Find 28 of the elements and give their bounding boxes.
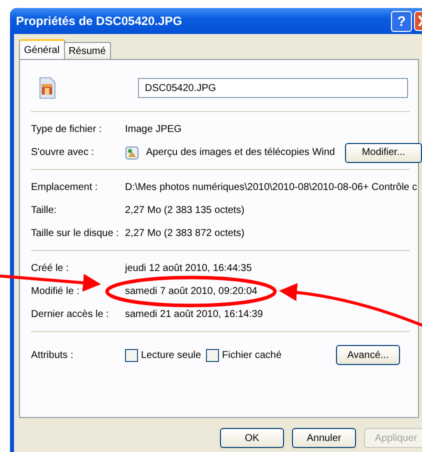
field-label: Type de fichier :: [31, 124, 102, 135]
tab[interactable]: Général: [19, 39, 65, 59]
help-button[interactable]: ?: [391, 10, 412, 32]
field-label: Taille sur le disque :: [31, 228, 119, 239]
field-value: 2,27 Mo (2 383 872 octets): [125, 228, 245, 239]
file-name-field[interactable]: DSC05420.JPG: [138, 78, 408, 98]
tab[interactable]: Résumé: [64, 42, 111, 59]
field-value: Aperçu des images et des télécopies Wind: [146, 147, 335, 158]
field-label: Emplacement :: [31, 182, 98, 193]
field-label: Créé le :: [31, 263, 69, 274]
checkbox-label: Fichier caché: [222, 350, 282, 360]
dialog-button[interactable]: OK: [220, 428, 284, 448]
field-label: Attributs :: [31, 350, 74, 360]
field-value: jeudi 12 août 2010, 16:44:35: [125, 263, 252, 274]
field-value: 2,27 Mo (2 383 135 octets): [125, 205, 245, 216]
field-value: D:\Mes photos numériques\2010\2010-08\2010-08-06+ Contrôle c: [125, 182, 418, 193]
checkbox-label: Lecture seule: [141, 350, 202, 360]
field-label: Modifié le :: [31, 286, 80, 297]
change-button[interactable]: Modifier...: [345, 142, 422, 162]
advanced-button[interactable]: Avancé...: [336, 345, 400, 365]
field-value: samedi 21 août 2010, 16:14:39: [125, 309, 263, 320]
field-value: Image JPEG: [125, 124, 182, 135]
field-value: samedi 7 août 2010, 09:20:04: [125, 286, 258, 297]
field-label: S'ouvre avec :: [31, 147, 94, 158]
field-label: Taille:: [31, 205, 57, 216]
window-title: Propriétés de DSC05420.JPG: [16, 14, 184, 28]
dialog-button[interactable]: Annuler: [292, 428, 356, 448]
field-label: Dernier accès le :: [31, 309, 109, 320]
